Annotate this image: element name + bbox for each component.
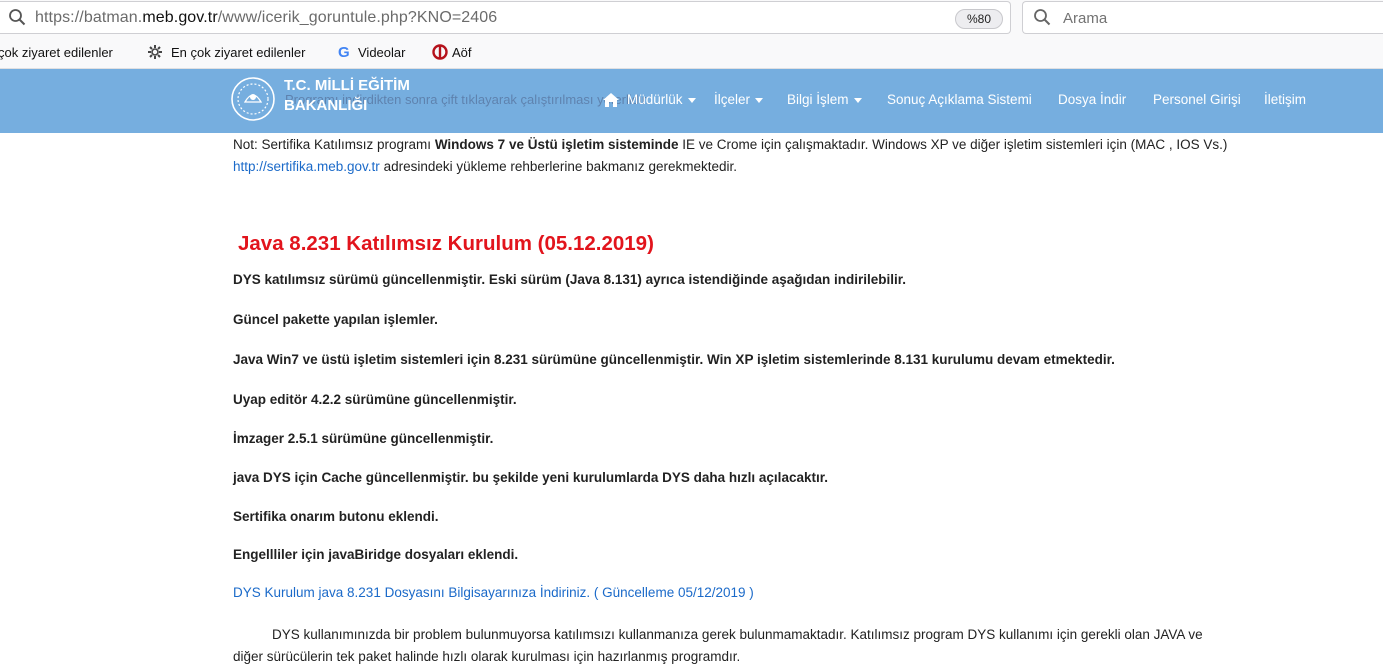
info-line: java DYS için Cache güncellenmiştir. bu … [233, 470, 828, 485]
browser-address-row: https://batman.meb.gov.tr/www/icerik_gor… [0, 0, 1383, 36]
page-title: Java 8.231 Katılımsız Kurulum (05.12.201… [238, 232, 654, 255]
download-link[interactable]: DYS Kurulum java 8.231 Dosyasını Bilgisa… [233, 585, 754, 600]
note-text: Not: Sertifika Katılımsız programı Windo… [233, 137, 1228, 152]
sertifika-link[interactable]: http://sertifika.meb.gov.tr [233, 159, 380, 174]
bookmark-most-visited[interactable]: En çok ziyaret edilenler [171, 45, 305, 60]
nav-mudurluk[interactable]: Müdürlük [627, 92, 696, 107]
logo-title-line2[interactable]: BAKANLIĞI [284, 97, 367, 114]
zoom-level-badge[interactable]: %80 [955, 9, 1003, 29]
nav-iletisim[interactable]: İletişim [1264, 92, 1306, 107]
info-line: Uyap editör 4.2.2 sürümüne güncellenmişt… [233, 392, 517, 407]
nav-sonuc-aciklama[interactable]: Sonuç Açıklama Sistemi [887, 92, 1032, 107]
url-bar[interactable]: https://batman.meb.gov.tr/www/icerik_gor… [0, 1, 1011, 34]
description-line2: diğer sürücülerin tek paket halinde hızl… [233, 649, 741, 664]
url-text[interactable]: https://batman.meb.gov.tr/www/icerik_gor… [35, 9, 497, 27]
gear-icon [148, 45, 162, 59]
info-line: Java Win7 ve üstü işletim sistemleri içi… [233, 352, 1115, 367]
home-icon[interactable] [602, 92, 620, 108]
search-placeholder: Arama [1063, 10, 1108, 27]
info-line: DYS katılımsız sürümü güncellenmiştir. E… [233, 272, 906, 287]
bookmark-aof[interactable]: Aöf [452, 45, 472, 60]
info-line: Sertifika onarım butonu eklendi. [233, 509, 439, 524]
chevron-down-icon [853, 97, 862, 103]
chevron-down-icon [687, 97, 696, 103]
chevron-down-icon [755, 97, 764, 103]
note-text-line2: http://sertifika.meb.gov.tr adresindeki … [233, 159, 737, 174]
info-line: Engellliler için javaBiridge dosyaları e… [233, 547, 519, 562]
nav-personel-girisi[interactable]: Personel Girişi [1153, 92, 1241, 107]
svg-text:G: G [338, 44, 350, 60]
search-icon [1034, 9, 1051, 26]
info-line: İmzager 2.5.1 sürümüne güncellenmiştir. [233, 431, 494, 446]
info-line: Güncel pakette yapılan işlemler. [233, 312, 438, 327]
meb-logo-icon[interactable] [230, 76, 276, 122]
logo-title-line1[interactable]: T.C. MİLLİ EĞİTİM [284, 77, 410, 94]
browser-search-box[interactable]: Arama [1022, 1, 1383, 34]
bookmark-most-visited-truncated[interactable]: çok ziyaret edilenler [0, 45, 113, 60]
search-icon [9, 9, 26, 26]
google-icon: G [338, 44, 350, 60]
nav-bilgi-islem[interactable]: Bilgi İşlem [787, 92, 862, 107]
nav-ilceler[interactable]: İlçeler [714, 92, 764, 107]
bookmarks-toolbar: çok ziyaret edilenler En çok ziyaret edi… [0, 36, 1383, 69]
description-line1: DYS kullanımınızda bir problem bulunmuyo… [272, 627, 1203, 642]
bookmark-videolar[interactable]: Videolar [358, 45, 405, 60]
nav-dosya-indir[interactable]: Dosya İndir [1058, 92, 1126, 107]
aof-icon [432, 44, 448, 60]
